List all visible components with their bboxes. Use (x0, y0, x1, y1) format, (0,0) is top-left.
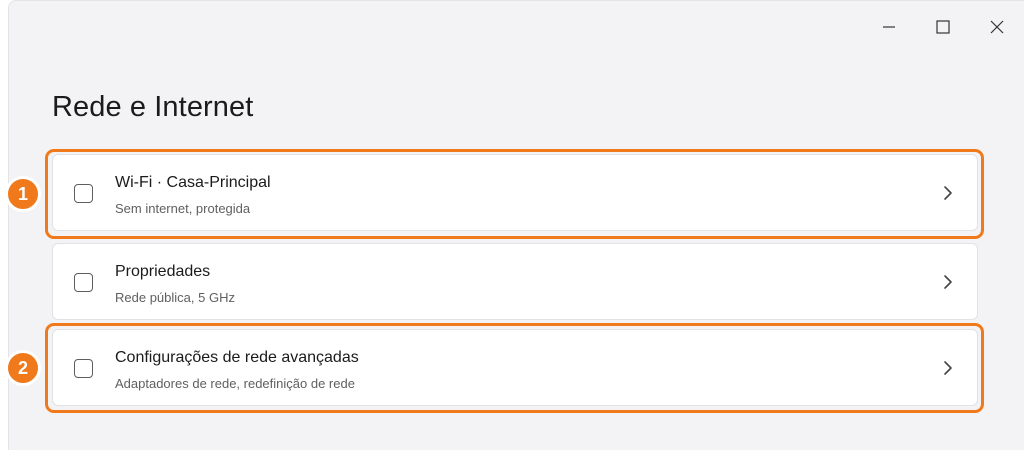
page-title: Rede e Internet (52, 91, 254, 123)
chevron-right-icon (944, 186, 952, 200)
checkbox-icon (74, 359, 93, 378)
setting-advanced-network[interactable]: Configurações de rede avançadas Adaptado… (52, 329, 978, 406)
maximize-icon (936, 20, 950, 34)
setting-title: Propriedades (115, 263, 211, 280)
callout-badge: 2 (5, 350, 41, 386)
callout-badge: 1 (5, 176, 41, 212)
minimize-button[interactable] (862, 9, 916, 45)
setting-title: Configurações de rede avançadas (115, 349, 359, 366)
settings-window: Rede e Internet Wi-Fi · Casa-Principal S… (8, 0, 1024, 450)
chevron-right-icon (944, 361, 952, 375)
setting-propriedades[interactable]: Propriedades Rede pública, 5 GHz (52, 243, 978, 320)
setting-description: Rede pública, 5 GHz (115, 290, 235, 305)
setting-description: Sem internet, protegida (115, 201, 251, 216)
minimize-icon (883, 26, 895, 28)
maximize-button[interactable] (916, 9, 970, 45)
close-icon (990, 20, 1004, 34)
checkbox-icon (74, 273, 93, 292)
close-button[interactable] (970, 9, 1024, 45)
setting-description: Adaptadores de rede, redefinição de rede (115, 376, 355, 391)
setting-wifi[interactable]: Wi-Fi · Casa-Principal Sem internet, pro… (52, 154, 978, 231)
checkbox-icon (74, 184, 93, 203)
chevron-right-icon (944, 275, 952, 289)
window-controls (862, 9, 1024, 45)
setting-title: Wi-Fi · Casa-Principal (115, 174, 271, 191)
